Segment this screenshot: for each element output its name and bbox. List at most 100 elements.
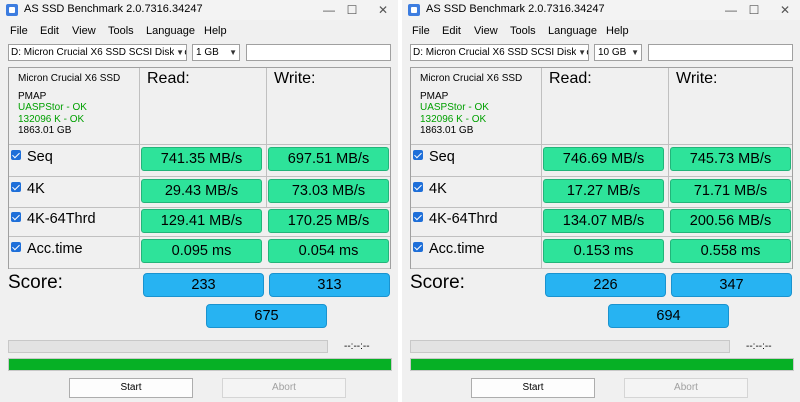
divider: [411, 268, 792, 269]
total-progress-bar: [8, 358, 392, 371]
abort-button[interactable]: Abort: [624, 378, 748, 398]
results-grid: Micron Crucial X6 SSD PMAP UASPStor - OK…: [410, 67, 793, 269]
progress-fill: [9, 359, 391, 370]
write-header: Write:: [676, 70, 718, 87]
test-progress-bar: [8, 340, 328, 353]
acc-read-value: 0.095 ms: [141, 239, 262, 263]
driver-status: UASPStor - OK: [18, 102, 87, 114]
abort-button[interactable]: Abort: [222, 378, 346, 398]
menu-language[interactable]: Language: [548, 25, 597, 37]
maximize-button[interactable]: ☐: [743, 1, 765, 19]
divider: [9, 207, 390, 208]
score-write: 313: [269, 273, 390, 297]
4k-write-value: 73.03 MB/s: [268, 179, 389, 203]
menu-help[interactable]: Help: [606, 25, 629, 37]
divider: [668, 68, 669, 208]
divider: [411, 207, 792, 208]
title-bar[interactable]: AS SSD Benchmark 2.0.7316.34247 — ☐ ✕: [402, 0, 800, 20]
row-acc-time[interactable]: Acc.time: [413, 241, 485, 257]
4k64-read-value: 134.07 MB/s: [543, 209, 664, 233]
benchmark-window-2: AS SSD Benchmark 2.0.7316.34247 — ☐ ✕ Fi…: [402, 0, 800, 402]
start-button[interactable]: Start: [69, 378, 193, 398]
minimize-button[interactable]: —: [720, 1, 742, 19]
size-select[interactable]: 1 GB ▼: [192, 44, 240, 61]
alignment-status: 132096 K - OK: [18, 113, 85, 125]
seq-read-value: 746.69 MB/s: [543, 147, 664, 171]
menu-file[interactable]: File: [10, 25, 28, 37]
row-acc-time[interactable]: Acc.time: [11, 241, 83, 257]
row-4k[interactable]: 4K: [11, 181, 45, 197]
row-4k[interactable]: 4K: [413, 181, 447, 197]
row-label: 4K-64Thrd: [27, 211, 96, 227]
menu-view[interactable]: View: [474, 25, 498, 37]
benchmark-window-1: AS SSD Benchmark 2.0.7316.34247 — ☐ ✕ Fi…: [0, 0, 398, 402]
read-header: Read:: [147, 70, 190, 87]
checkbox-icon[interactable]: [11, 242, 21, 252]
divider: [411, 236, 792, 237]
divider: [139, 68, 140, 268]
menu-language[interactable]: Language: [146, 25, 195, 37]
4k64-read-value: 129.41 MB/s: [141, 209, 262, 233]
row-seq[interactable]: Seq: [11, 149, 53, 165]
alignment-status: 132096 K - OK: [420, 113, 487, 125]
menu-edit[interactable]: Edit: [40, 25, 59, 37]
maximize-button[interactable]: ☐: [341, 1, 363, 19]
acc-write-value: 0.054 ms: [268, 239, 389, 263]
chevron-down-icon: ▼: [576, 45, 586, 60]
score-total: 675: [206, 304, 327, 328]
size-select[interactable]: 10 GB ▼: [594, 44, 642, 61]
menu-help[interactable]: Help: [204, 25, 227, 37]
driver-status: UASPStor - OK: [420, 102, 489, 114]
drive-model: Micron Crucial X6 SSD: [18, 73, 121, 84]
drive-select-value: D: Micron Crucial X6 SSD SCSI Disk Devi: [413, 47, 589, 58]
elapsed-timer: --:--:--: [344, 341, 370, 352]
progress-fill: [411, 359, 793, 370]
chevron-down-icon: ▼: [631, 48, 639, 57]
chevron-down-icon: ▼: [174, 45, 184, 60]
close-button[interactable]: ✕: [372, 1, 394, 19]
size-select-value: 10 GB: [598, 47, 627, 58]
info-field: [246, 44, 391, 61]
checkbox-icon[interactable]: [413, 150, 423, 160]
menu-view[interactable]: View: [72, 25, 96, 37]
checkbox-icon[interactable]: [11, 182, 21, 192]
divider: [9, 236, 390, 237]
app-icon: [408, 4, 420, 16]
menu-tools[interactable]: Tools: [108, 25, 134, 37]
minimize-button[interactable]: —: [318, 1, 340, 19]
app-icon: [6, 4, 18, 16]
info-field: [648, 44, 793, 61]
drive-select-value: D: Micron Crucial X6 SSD SCSI Disk Devi: [11, 47, 187, 58]
drive-info: Micron Crucial X6 SSD PMAP UASPStor - OK…: [18, 73, 140, 137]
test-progress-bar: [410, 340, 730, 353]
seq-write-value: 745.73 MB/s: [670, 147, 791, 171]
menu-file[interactable]: File: [412, 25, 430, 37]
4k64-write-value: 170.25 MB/s: [268, 209, 389, 233]
checkbox-icon[interactable]: [413, 212, 423, 222]
divider: [411, 176, 792, 177]
row-4k-64thrd[interactable]: 4K-64Thrd: [413, 211, 498, 227]
drive-select[interactable]: D: Micron Crucial X6 SSD SCSI Disk Devi …: [410, 44, 589, 61]
menu-edit[interactable]: Edit: [442, 25, 461, 37]
row-seq[interactable]: Seq: [413, 149, 455, 165]
row-label: 4K: [429, 181, 447, 197]
score-write: 347: [671, 273, 792, 297]
checkbox-icon[interactable]: [413, 182, 423, 192]
close-button[interactable]: ✕: [774, 1, 796, 19]
seq-write-value: 697.51 MB/s: [268, 147, 389, 171]
4k-write-value: 71.71 MB/s: [670, 179, 791, 203]
drive-select[interactable]: D: Micron Crucial X6 SSD SCSI Disk Devi …: [8, 44, 187, 61]
divider: [9, 144, 390, 145]
title-bar[interactable]: AS SSD Benchmark 2.0.7316.34247 — ☐ ✕: [0, 0, 398, 20]
checkbox-icon[interactable]: [413, 242, 423, 252]
checkbox-icon[interactable]: [11, 212, 21, 222]
score-read: 233: [143, 273, 264, 297]
row-4k-64thrd[interactable]: 4K-64Thrd: [11, 211, 96, 227]
row-label: 4K-64Thrd: [429, 211, 498, 227]
checkbox-icon[interactable]: [11, 150, 21, 160]
menu-bar: File Edit View Tools Language Help: [402, 22, 800, 42]
write-header: Write:: [274, 70, 316, 87]
menu-tools[interactable]: Tools: [510, 25, 536, 37]
start-button[interactable]: Start: [471, 378, 595, 398]
row-label: Acc.time: [27, 241, 83, 257]
